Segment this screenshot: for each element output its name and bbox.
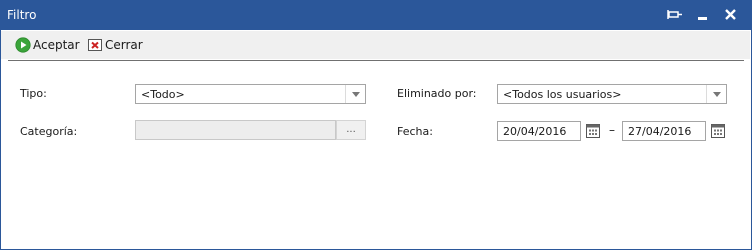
fecha-hasta-input[interactable]: 27/04/2016 [622, 121, 706, 141]
fecha-desde-value: 20/04/2016 [503, 125, 567, 138]
chevron-down-icon[interactable] [345, 85, 365, 103]
window-title: Filtro [7, 8, 37, 22]
chevron-down-icon[interactable] [706, 85, 726, 103]
accept-label: Aceptar [33, 38, 80, 52]
close-label: Cerrar [105, 38, 143, 52]
close-doc-icon [87, 37, 103, 53]
eliminado-select[interactable]: <Todos los usuarios> [497, 84, 727, 104]
fecha-label: Fecha: [397, 125, 433, 138]
categoria-label: Categoría: [20, 125, 78, 138]
eliminado-label: Eliminado por: [397, 87, 477, 100]
pin-icon[interactable] [665, 6, 685, 24]
calendar-icon[interactable] [586, 123, 600, 138]
accept-button[interactable]: Aceptar [15, 36, 80, 54]
fecha-desde-input[interactable]: 20/04/2016 [497, 121, 581, 141]
eliminado-value: <Todos los usuarios> [503, 88, 622, 101]
calendar-icon[interactable] [711, 123, 725, 138]
categoria-browse-button[interactable]: ... [336, 120, 366, 140]
accept-icon [15, 37, 31, 53]
title-bar: Filtro [0, 0, 752, 30]
tipo-label: Tipo: [20, 87, 47, 100]
toolbar: Aceptar Cerrar [1, 31, 750, 59]
close-button[interactable]: Cerrar [87, 36, 143, 54]
minimize-icon[interactable] [693, 6, 713, 24]
toolbar-divider [8, 60, 744, 61]
tipo-select[interactable]: <Todo> [135, 84, 366, 104]
categoria-field[interactable] [135, 120, 336, 140]
fecha-hasta-value: 27/04/2016 [628, 125, 692, 138]
date-range-separator: – [609, 123, 615, 137]
tipo-value: <Todo> [141, 88, 185, 101]
close-window-icon[interactable] [721, 6, 741, 24]
